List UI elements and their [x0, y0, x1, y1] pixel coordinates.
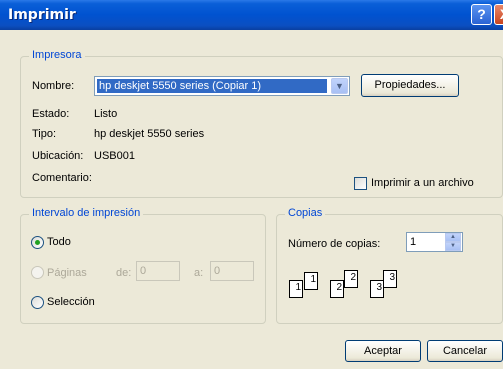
chevron-up-icon[interactable]: ▲: [445, 233, 461, 242]
selection-label[interactable]: Selección: [47, 296, 95, 308]
collate-page: 3: [383, 270, 397, 288]
chevron-down-icon[interactable]: ▼: [445, 242, 461, 251]
print-dialog: Imprimir ? X Impresora Nombre: hp deskje…: [0, 0, 503, 369]
cancel-button[interactable]: Cancelar: [427, 340, 503, 362]
ok-button[interactable]: Aceptar: [345, 340, 421, 362]
all-radio[interactable]: [31, 236, 44, 249]
print-to-file-checkbox[interactable]: [354, 177, 367, 190]
copies-group: Copias: [276, 207, 503, 324]
status-value: Listo: [94, 108, 118, 120]
collate-page: 1: [304, 272, 318, 290]
chevron-down-icon[interactable]: ▼: [331, 78, 348, 94]
printer-legend: Impresora: [29, 49, 85, 61]
comment-label: Comentario:: [32, 172, 92, 184]
type-value: hp deskjet 5550 series: [94, 128, 205, 140]
close-button[interactable]: X: [494, 4, 503, 25]
status-label: Estado:: [32, 108, 70, 120]
help-button[interactable]: ?: [471, 4, 492, 25]
printer-name-value: hp deskjet 5550 series (Copiar 1): [97, 79, 327, 93]
printer-name-select[interactable]: hp deskjet 5550 series (Copiar 1) ▼: [94, 76, 350, 96]
printer-name-label: Nombre:: [32, 80, 75, 92]
all-label[interactable]: Todo: [47, 236, 71, 248]
collate-page: 1: [289, 280, 303, 298]
pages-radio[interactable]: [31, 266, 44, 279]
from-page-input[interactable]: 0: [136, 261, 180, 281]
to-label: a:: [194, 267, 204, 279]
to-page-input[interactable]: 0: [210, 261, 254, 281]
collate-page: 3: [370, 280, 384, 298]
selection-radio[interactable]: [31, 296, 44, 309]
dialog-title: Imprimir: [8, 7, 76, 23]
location-value: USB001: [94, 150, 135, 162]
copies-legend: Copias: [285, 207, 326, 219]
collate-page: 2: [330, 280, 344, 298]
pages-label[interactable]: Páginas: [47, 267, 87, 279]
title-bar[interactable]: Imprimir ? X: [0, 0, 503, 30]
type-label: Tipo:: [32, 128, 57, 140]
print-to-file-label[interactable]: Imprimir a un archivo: [371, 177, 474, 189]
location-label: Ubicación:: [32, 150, 84, 162]
print-range-legend: Intervalo de impresión: [29, 207, 144, 219]
properties-button[interactable]: Propiedades...: [361, 74, 459, 97]
from-label: de:: [116, 267, 132, 279]
copies-count-label: Número de copias:: [288, 238, 381, 250]
copies-spinner[interactable]: ▲ ▼: [445, 233, 461, 251]
collate-page: 2: [344, 270, 358, 288]
